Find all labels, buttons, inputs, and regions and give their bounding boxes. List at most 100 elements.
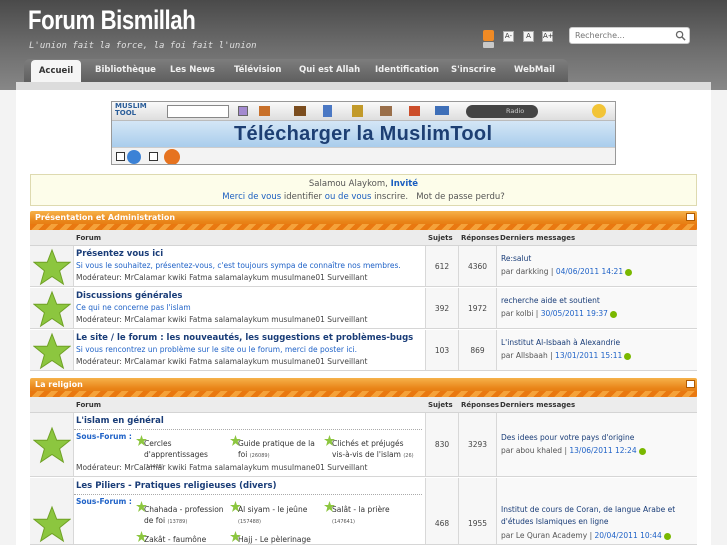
forum-star-icon — [33, 332, 71, 370]
nav-accueil[interactable]: Accueil — [31, 60, 81, 82]
subforum-star-icon — [324, 501, 335, 512]
font-normal-icon[interactable]: A — [523, 31, 534, 42]
last-post-title[interactable]: Institut de cours de Coran, de langue Ar… — [501, 504, 697, 528]
nav-les-news[interactable]: Les News — [170, 65, 215, 75]
table-header: Forum Sujets Réponses Derniers messages — [30, 230, 697, 246]
subforum-star-icon — [230, 531, 241, 542]
col-last: Derniers messages — [500, 234, 576, 242]
nav-webmail[interactable]: WebMail — [514, 65, 555, 75]
subforum-item[interactable]: Clichés et préjugés vis-à-vis de l'islam… — [324, 435, 417, 462]
banner-cart-icon — [380, 106, 392, 116]
forum-title[interactable]: Présentez vous ici — [76, 249, 163, 259]
welcome-ou-link[interactable]: ou de vous — [325, 192, 372, 202]
topic-count: 612 — [434, 262, 450, 271]
rss-small-icon — [483, 42, 494, 48]
forum-moderators[interactable]: Modérateur: MrCalamar kwiki Fatma salama… — [76, 463, 368, 472]
last-post-author[interactable]: par darkking | — [501, 267, 553, 276]
subforum-item[interactable]: Al siyam - le jeûne (157488) — [230, 501, 320, 528]
last-post-title[interactable]: Des idees pour votre pays d'origine — [501, 433, 634, 442]
goto-post-icon[interactable] — [638, 447, 646, 455]
last-post-date[interactable]: 13/01/2011 15:11 — [555, 351, 622, 360]
forum-title[interactable]: Discussions générales — [76, 291, 182, 301]
reply-count: 869 — [470, 346, 485, 355]
goto-post-icon[interactable] — [624, 352, 632, 360]
forum-moderators[interactable]: Modérateur: MrCalamar kwiki Fatma salama… — [76, 357, 368, 366]
topic-count: 103 — [434, 346, 450, 355]
subforum-name[interactable]: Al siyam - le jeûne — [238, 505, 307, 514]
forum-title[interactable]: Les Piliers - Pratiques religieuses (div… — [76, 481, 276, 491]
banner-title: Télécharger la MuslimTool — [234, 123, 493, 145]
forum-moderators[interactable]: Modérateur: MrCalamar kwiki Fatma salama… — [76, 315, 368, 324]
last-post-title[interactable]: recherche aide et soutient — [501, 296, 600, 305]
nav-bibliotheque[interactable]: Bibliothèque — [95, 65, 156, 75]
last-post-title[interactable]: Re:salut — [501, 254, 531, 263]
last-post-title[interactable]: L'institut Al-Isbaah à Alexandrie — [501, 338, 620, 347]
subforum-name[interactable]: Cercles d'apprentissages — [144, 439, 208, 459]
site-title[interactable]: Forum Bismillah — [28, 5, 196, 36]
col-last: Derniers messages — [500, 401, 576, 409]
forum-star-icon — [33, 505, 71, 543]
last-post-author[interactable]: par abou khaled | — [501, 446, 567, 455]
subforum-item[interactable]: Guide pratique de la foi (26089) — [230, 435, 318, 462]
font-smaller-icon[interactable]: A- — [503, 31, 514, 42]
category-header[interactable]: La religion — [30, 378, 697, 397]
nav-sinscrire[interactable]: S'inscrire — [451, 65, 496, 75]
last-post-author[interactable]: par kolbi | — [501, 309, 538, 318]
last-post-author[interactable]: par Le Quran Academy | — [501, 531, 592, 540]
rss-icon[interactable] — [483, 30, 494, 41]
last-post-date[interactable]: 30/05/2011 19:37 — [541, 309, 608, 318]
banner-plane-icon — [435, 106, 449, 115]
subforum-name[interactable]: Hajj - Le pèlerinage — [238, 535, 311, 544]
forum-desc: Ce qui ne concerne pas l'islam — [76, 303, 191, 312]
col-forum: Forum — [76, 401, 102, 409]
last-post-date[interactable]: 04/06/2011 14:21 — [556, 267, 623, 276]
goto-post-icon[interactable] — [625, 268, 633, 276]
site-slogan: L'union fait la force, la foi fait l'uni… — [29, 41, 257, 51]
table-header: Forum Sujets Réponses Derniers messages — [30, 397, 697, 413]
search-input[interactable] — [570, 28, 670, 43]
last-post-date[interactable]: 13/06/2011 12:24 — [569, 446, 636, 455]
banner-toolbar: MUSLIM TOOL Radio — [112, 102, 615, 121]
goto-post-icon[interactable] — [663, 532, 671, 540]
forum-title[interactable]: Le site / le forum : les nouveautés, les… — [76, 333, 413, 343]
topic-count: 468 — [434, 519, 450, 528]
col-topics: Sujets — [428, 401, 453, 409]
forum-row: L'islam en général Sous-Forum : Cercles … — [30, 413, 697, 477]
subforum-item[interactable]: Chahada - profession de foi (13789) — [136, 501, 232, 528]
welcome-identify-text[interactable]: identifier — [284, 192, 322, 202]
reply-count: 1955 — [467, 519, 488, 528]
nav-qui-est-allah[interactable]: Qui est Allah — [299, 65, 360, 75]
search-box — [569, 27, 690, 44]
forum-title[interactable]: L'islam en général — [76, 416, 164, 426]
subforum-name[interactable]: Zakât - faumône — [144, 535, 206, 544]
category-title[interactable]: Présentation et Administration — [35, 213, 175, 222]
category-title[interactable]: La religion — [35, 380, 83, 389]
muslimtool-banner[interactable]: MUSLIM TOOL Radio Télécharger la MuslimT… — [111, 101, 616, 165]
subforum-name[interactable]: Salât - la prière — [332, 505, 390, 514]
subforum-count: (13789) — [167, 519, 188, 525]
col-forum: Forum — [76, 234, 102, 242]
collapse-icon[interactable] — [686, 213, 695, 221]
nav-television[interactable]: Télévision — [234, 65, 281, 75]
subforum-name[interactable]: Clichés et préjugés vis-à-vis de l'islam — [332, 439, 404, 459]
category-header[interactable]: Présentation et Administration — [30, 211, 697, 230]
forum-moderators[interactable]: Modérateur: MrCalamar kwiki Fatma salama… — [76, 273, 368, 282]
subforum-star-icon — [230, 435, 241, 446]
welcome-merci-link[interactable]: Merci de vous — [222, 192, 281, 202]
font-larger-icon[interactable]: A+ — [542, 31, 554, 42]
topic-count: 392 — [434, 304, 450, 313]
goto-post-icon[interactable] — [609, 310, 617, 318]
last-post-date[interactable]: 20/04/2011 10:44 — [594, 531, 661, 540]
collapse-icon[interactable] — [686, 380, 695, 388]
nav-identification[interactable]: Identification — [375, 65, 439, 75]
banner-gift-icon — [352, 105, 363, 117]
last-post-author[interactable]: par Allsbaah | — [501, 351, 553, 360]
subforum-item[interactable]: Zakât - faumône — [136, 531, 232, 545]
subforum-item[interactable]: Salât - la prière (147641) — [324, 501, 412, 528]
subforum-item[interactable]: Hajj - Le pèlerinage — [230, 531, 326, 545]
banner-brand: MUSLIM TOOL — [115, 102, 147, 117]
search-icon[interactable] — [675, 30, 686, 41]
col-topics: Sujets — [428, 234, 453, 242]
welcome-register-text[interactable]: inscrire. — [374, 192, 408, 202]
lost-password-link[interactable]: Mot de passe perdu? — [416, 192, 505, 202]
